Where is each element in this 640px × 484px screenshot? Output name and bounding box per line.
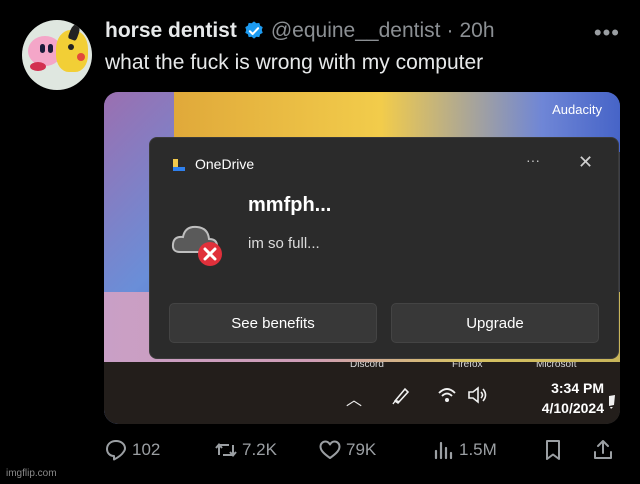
- post-image[interactable]: Audacity Discord Firefox Microsoft OneDr…: [104, 92, 620, 424]
- views-button[interactable]: 1.5M: [431, 438, 497, 462]
- views-icon: [434, 441, 453, 460]
- bookmark-button[interactable]: [541, 438, 565, 462]
- notification-more-icon[interactable]: ···: [526, 152, 540, 168]
- like-icon: [319, 440, 341, 459]
- repost-button[interactable]: 7.2K: [214, 438, 277, 462]
- avatar-foot: [30, 62, 46, 71]
- post-actions: 102 7.2K 79K 1.5M: [104, 438, 624, 468]
- clock-time[interactable]: 3:34 PM: [534, 380, 604, 396]
- repost-count: 7.2K: [242, 440, 277, 459]
- watermark: imgflip.com: [6, 468, 57, 479]
- handle[interactable]: @equine__dentist: [271, 19, 441, 43]
- display-name[interactable]: horse dentist: [105, 19, 237, 43]
- avatar[interactable]: [22, 20, 92, 90]
- taskbar-label: Microsoft: [536, 362, 577, 370]
- repost-icon: [215, 442, 237, 458]
- notification-title: mmfph...: [248, 194, 332, 216]
- bookmark-icon: [546, 440, 560, 460]
- reply-icon: [106, 440, 126, 461]
- clock-date[interactable]: 4/10/2024: [514, 400, 604, 416]
- taskbar-labels: Discord Firefox Microsoft: [104, 362, 620, 372]
- separator-dot: ·: [446, 19, 454, 42]
- avatar-eye: [48, 44, 53, 53]
- taskbar-label: Discord: [350, 362, 384, 370]
- verified-badge-icon: [245, 21, 263, 39]
- onedrive-notification: OneDrive ··· ✕ mmfph... im so full... Se…: [149, 137, 619, 359]
- chevron-up-icon[interactable]: ︿: [346, 386, 362, 410]
- close-icon[interactable]: ✕: [578, 152, 593, 173]
- reply-count: 102: [132, 440, 161, 459]
- notification-app-name: OneDrive: [195, 156, 255, 172]
- post-header: horse dentist @equine__dentist · 20h: [105, 17, 495, 45]
- see-benefits-button[interactable]: See benefits: [169, 303, 377, 343]
- notification-body: im so full...: [248, 235, 320, 252]
- pen-icon[interactable]: [390, 384, 412, 406]
- avatar-cheek: [77, 53, 85, 61]
- view-count: 1.5M: [459, 440, 497, 459]
- avatar-eye: [40, 44, 45, 53]
- wifi-icon[interactable]: [436, 384, 458, 406]
- share-icon: [594, 440, 612, 459]
- like-button[interactable]: 79K: [318, 438, 376, 462]
- post-text: what the fuck is wrong with my computer: [105, 51, 484, 74]
- avatar-eye: [68, 44, 74, 50]
- taskbar-label: Firefox: [452, 362, 483, 370]
- cloud-error-icon: [171, 225, 222, 266]
- system-tray: ︿ 3:34 PM 4/10/2024: [104, 372, 620, 424]
- share-button[interactable]: [591, 438, 615, 462]
- reply-button[interactable]: 102: [104, 438, 160, 462]
- more-options-icon[interactable]: •••: [594, 20, 620, 46]
- timestamp[interactable]: 20h: [459, 19, 494, 43]
- volume-icon[interactable]: [466, 384, 488, 406]
- onedrive-icon: [173, 159, 185, 171]
- upgrade-button[interactable]: Upgrade: [391, 303, 599, 343]
- like-count: 79K: [346, 440, 377, 459]
- desktop-app-label: Audacity: [552, 102, 602, 117]
- notification-center-icon[interactable]: [607, 394, 617, 410]
